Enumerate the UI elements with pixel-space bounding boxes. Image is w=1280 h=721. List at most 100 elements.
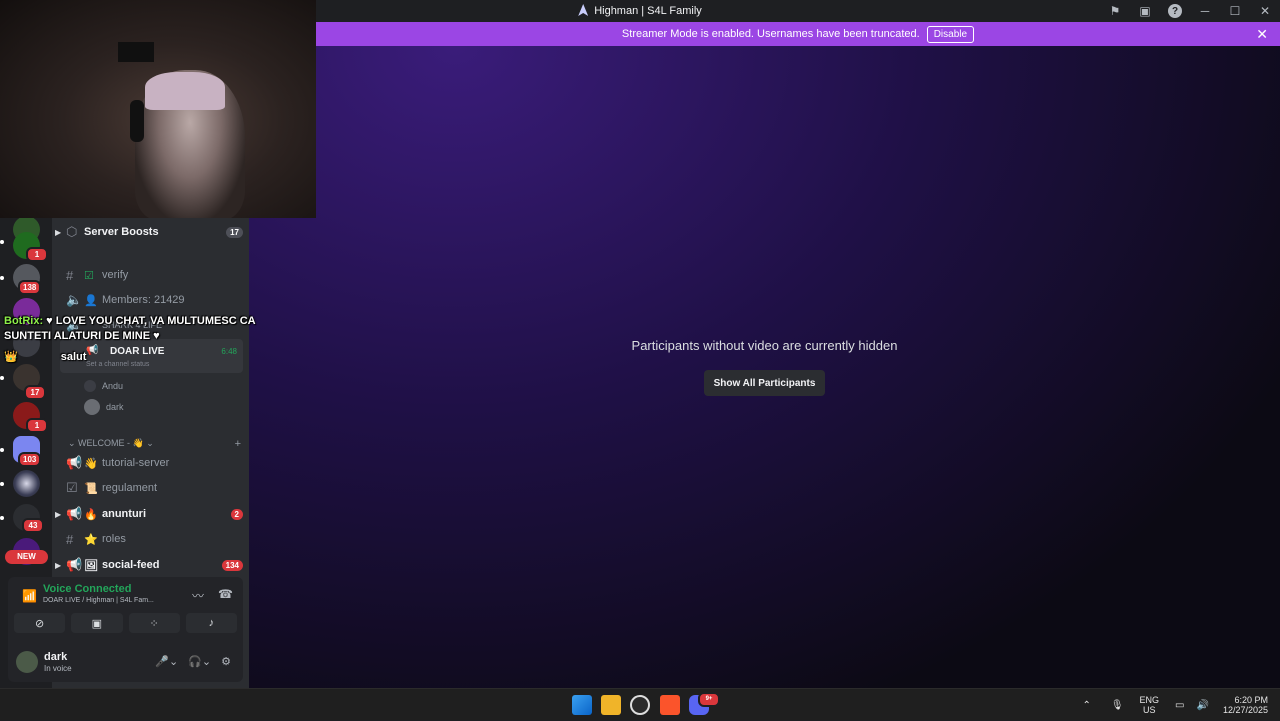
channel-members[interactable]: 🔈 👤 Members: 21429 <box>66 288 243 312</box>
mention-badge: 138 <box>18 280 42 295</box>
text-channel-icon: # <box>66 531 74 547</box>
keyboard-layout: US <box>1143 705 1156 715</box>
stream-chat-overlay: BotRix: ♥ LOVE YOU CHAT, VA MULTUMESC CA… <box>4 314 304 365</box>
network-icon[interactable]: ▭ <box>1175 700 1184 711</box>
background-object <box>118 42 154 62</box>
channel-name: social-feed <box>102 559 160 571</box>
clock[interactable]: 6:20 PM 12/27/2025 <box>1223 695 1268 715</box>
app-icon[interactable] <box>630 695 650 715</box>
voice-channel-path[interactable]: DOAR LIVE / Highman | S4L Fam... <box>43 597 154 604</box>
chevron-up-icon[interactable]: ⌃ <box>1082 700 1090 711</box>
microphone-icon[interactable]: 🎙 <box>1111 700 1124 711</box>
unread-pill <box>0 376 4 380</box>
mention-badge: 1 <box>26 247 48 262</box>
language-indicator[interactable]: ENG US <box>1140 695 1160 715</box>
unread-pill <box>0 240 4 244</box>
noise-suppression-icon[interactable]: 〰 <box>192 587 204 604</box>
voice-user-name: Andu <box>102 381 124 391</box>
person-icon: 👤 <box>84 294 98 307</box>
windows-taskbar: 9+ ⌃ 🎙 ENG US ▭ 🔊 6:20 PM 12/27/2025 <box>0 688 1280 720</box>
category-label: WELCOME - <box>78 438 131 448</box>
screen-share-icon[interactable]: ▣ <box>1130 0 1160 22</box>
soundboard-button[interactable]: ♪ <box>185 613 237 633</box>
minimize-button[interactable]: ─ <box>1190 0 1220 22</box>
mention-badge: 2 <box>230 508 243 520</box>
user-controls: 🎤⌄ 🎧⌄ ⚙ <box>155 655 231 668</box>
speaker-locked-icon: 🔈 <box>66 292 83 307</box>
webcam-overlay <box>0 0 316 218</box>
headphones-icon[interactable]: 🎧⌄ <box>188 655 211 668</box>
avatar <box>16 651 38 673</box>
chat-text: salut <box>60 351 87 363</box>
channel-regulament[interactable]: ☑ 📜 regulament <box>66 476 243 500</box>
avatar <box>84 380 96 392</box>
gear-icon[interactable]: ⚙ <box>221 655 231 668</box>
unread-pill <box>0 482 4 486</box>
channel-name: tutorial-server <box>102 457 170 469</box>
crown-icon: 👑 <box>4 351 18 363</box>
voice-controls: 〰 ☎ <box>192 587 233 604</box>
volume-icon[interactable]: 🔊 <box>1197 700 1209 711</box>
window-title-text: Highman | S4L Family <box>594 5 702 17</box>
mention-badge: 1 <box>26 418 48 433</box>
channel-social-feed[interactable]: ▶ 📢 🖼 social-feed 134 <box>55 553 243 577</box>
user-name: dark <box>44 651 68 663</box>
disconnect-icon[interactable]: ☎ <box>218 587 233 604</box>
file-explorer-icon[interactable] <box>601 695 621 715</box>
camera-off-button[interactable]: ⊘ <box>14 613 66 633</box>
voice-user[interactable]: dark <box>84 398 124 416</box>
channel-name: Members: 21429 <box>102 294 185 306</box>
chevron-right-icon: ▶ <box>55 560 62 570</box>
channel-anunturi[interactable]: ▶ 📢 🔥 anunturi 2 <box>55 502 243 526</box>
mention-badge: 43 <box>22 518 44 533</box>
microphone-icon[interactable]: 🎤⌄ <box>155 655 178 668</box>
category-welcome[interactable]: ⌄ WELCOME - 👋 ⌄ + <box>68 438 241 450</box>
voice-connected-label[interactable]: Voice Connected <box>43 583 131 595</box>
disable-streamer-mode-button[interactable]: Disable <box>926 25 975 43</box>
inbox-flag-icon[interactable]: ⚑ <box>1100 0 1130 22</box>
windows-start-icon[interactable] <box>572 695 592 715</box>
add-channel-icon[interactable]: + <box>235 438 241 450</box>
checkmark-icon: ☑ <box>84 269 94 282</box>
channel-name: regulament <box>102 482 158 494</box>
wave-emoji-icon: 👋 ⌄ <box>130 438 154 448</box>
activities-button[interactable]: ⁘ <box>128 613 180 633</box>
channel-name: roles <box>102 533 126 545</box>
streamer-mode-banner: Streamer Mode is enabled. Usernames have… <box>316 22 1280 46</box>
mention-badge: 103 <box>18 452 42 467</box>
title-bar-controls: ⚑ ▣ ? ─ ☐ ✕ <box>1100 0 1280 22</box>
unread-pill <box>0 448 4 452</box>
user-panel: 📶 Voice Connected DOAR LIVE / Highman | … <box>8 577 243 682</box>
close-banner-icon[interactable]: ✕ <box>1256 26 1268 43</box>
channel-name: verify <box>102 269 129 281</box>
scroll-icon: 📜 <box>84 482 98 495</box>
text-channel-icon: # <box>66 267 74 283</box>
screen-share-button[interactable]: ▣ <box>71 613 123 633</box>
maximize-button[interactable]: ☐ <box>1220 0 1250 22</box>
current-user[interactable]: dark In voice 🎤⌄ 🎧⌄ ⚙ <box>14 647 237 677</box>
new-servers-badge: NEW <box>5 550 48 564</box>
channel-verify[interactable]: # ☑ verify <box>66 263 243 287</box>
help-icon[interactable]: ? <box>1168 4 1182 18</box>
show-all-participants-button[interactable]: Show All Participants <box>704 370 825 396</box>
announcement-icon: 📢 <box>66 455 83 470</box>
server-boosts-item[interactable]: ▶ ⬡ Server Boosts 17 <box>55 220 243 244</box>
voice-user[interactable]: Andu <box>84 377 123 395</box>
channel-tutorial-server[interactable]: 📢 👋 tutorial-server <box>66 451 243 475</box>
brave-browser-icon[interactable] <box>660 695 680 715</box>
server-icon[interactable] <box>13 470 40 497</box>
chat-message: BotRix: ♥ LOVE YOU CHAT, VA MULTUMESC CA… <box>4 314 304 344</box>
announcement-icon: 📢 <box>66 506 83 521</box>
chat-username: BotRix: <box>4 315 44 327</box>
channel-roles[interactable]: # ⭐ roles <box>66 527 243 551</box>
headphones-figure <box>130 100 144 142</box>
banner-text: Streamer Mode is enabled. Usernames have… <box>621 28 920 40</box>
clock-date: 12/27/2025 <box>1222 705 1268 715</box>
clock-time: 6:20 PM <box>1234 695 1268 705</box>
close-window-button[interactable]: ✕ <box>1250 0 1280 22</box>
chat-message: 👑 salut <box>4 350 304 365</box>
star-icon: ⭐ <box>84 533 98 546</box>
mention-badge: 134 <box>221 559 243 571</box>
server-boosts-label: Server Boosts <box>84 226 159 238</box>
chevron-right-icon: ▶ <box>55 227 62 237</box>
